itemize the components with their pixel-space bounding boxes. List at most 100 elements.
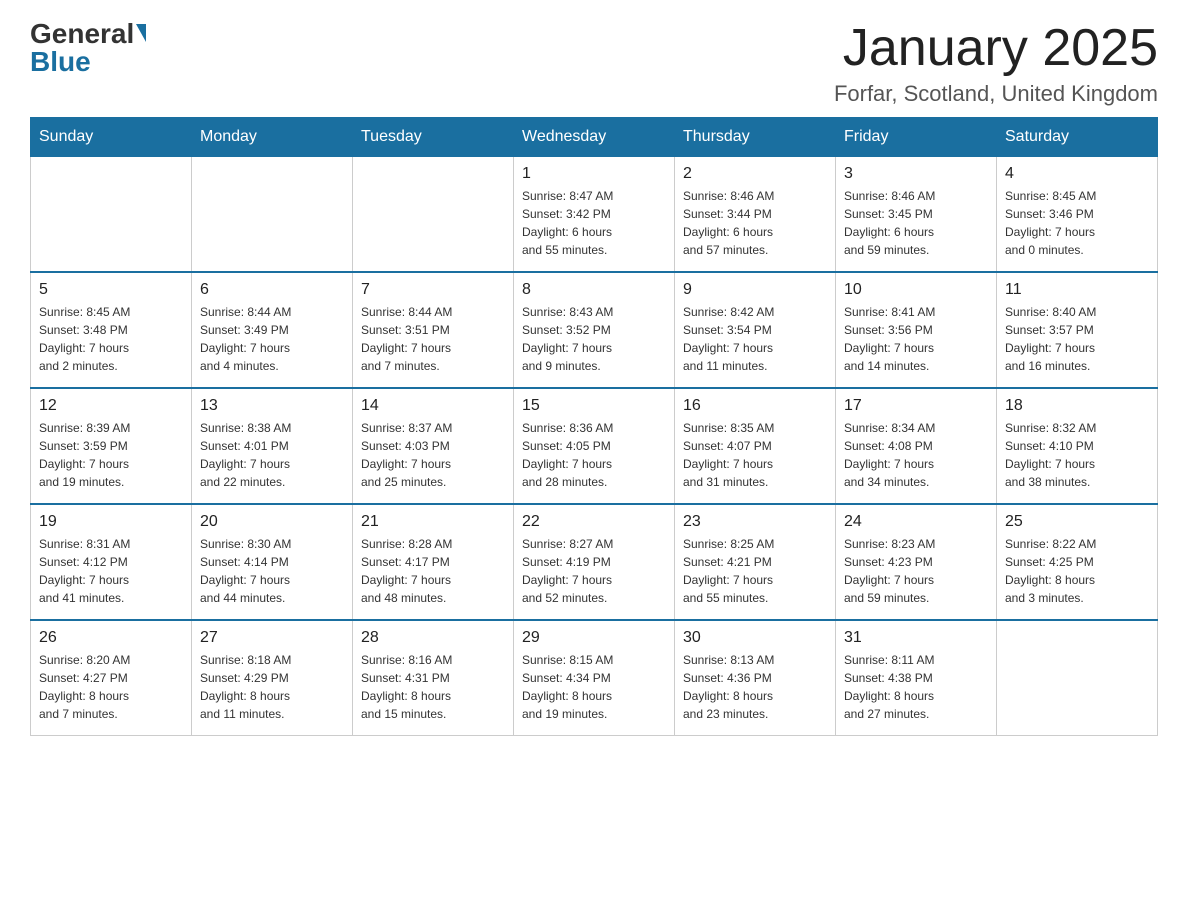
calendar-cell: 3 Sunrise: 8:46 AM Sunset: 3:45 PM Daylig…: [836, 157, 997, 273]
day-info: Sunrise: 8:22 AM Sunset: 4:25 PM Dayligh…: [1005, 535, 1149, 607]
calendar-cell: 15 Sunrise: 8:36 AM Sunset: 4:05 PM Dayli…: [514, 388, 675, 504]
day-number: 14: [361, 397, 505, 415]
day-info: Sunrise: 8:15 AM Sunset: 4:34 PM Dayligh…: [522, 651, 666, 723]
day-number: 8: [522, 281, 666, 299]
month-title: January 2025: [834, 20, 1158, 77]
col-header-thursday: Thursday: [675, 118, 836, 157]
col-header-wednesday: Wednesday: [514, 118, 675, 157]
calendar-cell: 6 Sunrise: 8:44 AM Sunset: 3:49 PM Daylig…: [192, 272, 353, 388]
day-info: Sunrise: 8:44 AM Sunset: 3:49 PM Dayligh…: [200, 303, 344, 375]
day-number: 13: [200, 397, 344, 415]
day-number: 9: [683, 281, 827, 299]
day-info: Sunrise: 8:40 AM Sunset: 3:57 PM Dayligh…: [1005, 303, 1149, 375]
logo-triangle-icon: [136, 24, 146, 42]
day-info: Sunrise: 8:41 AM Sunset: 3:56 PM Dayligh…: [844, 303, 988, 375]
day-number: 15: [522, 397, 666, 415]
calendar-cell: 9 Sunrise: 8:42 AM Sunset: 3:54 PM Daylig…: [675, 272, 836, 388]
day-info: Sunrise: 8:32 AM Sunset: 4:10 PM Dayligh…: [1005, 419, 1149, 491]
day-info: Sunrise: 8:34 AM Sunset: 4:08 PM Dayligh…: [844, 419, 988, 491]
calendar-cell: 31 Sunrise: 8:11 AM Sunset: 4:38 PM Dayli…: [836, 620, 997, 736]
day-info: Sunrise: 8:18 AM Sunset: 4:29 PM Dayligh…: [200, 651, 344, 723]
day-number: 26: [39, 629, 183, 647]
day-info: Sunrise: 8:43 AM Sunset: 3:52 PM Dayligh…: [522, 303, 666, 375]
calendar-cell: [997, 620, 1158, 736]
calendar-cell: 24 Sunrise: 8:23 AM Sunset: 4:23 PM Dayli…: [836, 504, 997, 620]
day-number: 28: [361, 629, 505, 647]
calendar-cell: 18 Sunrise: 8:32 AM Sunset: 4:10 PM Dayli…: [997, 388, 1158, 504]
day-number: 16: [683, 397, 827, 415]
calendar-cell: 12Sunrise: 8:39 AM Sunset: 3:59 PM Dayli…: [31, 388, 192, 504]
col-header-tuesday: Tuesday: [353, 118, 514, 157]
calendar-cell: 28 Sunrise: 8:16 AM Sunset: 4:31 PM Dayli…: [353, 620, 514, 736]
calendar-cell: 29 Sunrise: 8:15 AM Sunset: 4:34 PM Dayli…: [514, 620, 675, 736]
day-info: Sunrise: 8:16 AM Sunset: 4:31 PM Dayligh…: [361, 651, 505, 723]
day-number: 25: [1005, 513, 1149, 531]
day-number: 24: [844, 513, 988, 531]
day-info: Sunrise: 8:46 AM Sunset: 3:45 PM Dayligh…: [844, 187, 988, 259]
logo-general-text: General: [30, 20, 134, 48]
col-header-sunday: Sunday: [31, 118, 192, 157]
day-number: 31: [844, 629, 988, 647]
calendar-cell: 4 Sunrise: 8:45 AM Sunset: 3:46 PM Daylig…: [997, 157, 1158, 273]
day-number: 1: [522, 165, 666, 183]
day-number: 11: [1005, 281, 1149, 299]
day-info: Sunrise: 8:23 AM Sunset: 4:23 PM Dayligh…: [844, 535, 988, 607]
logo-blue-text: Blue: [30, 48, 91, 76]
day-info: Sunrise: 8:47 AM Sunset: 3:42 PM Dayligh…: [522, 187, 666, 259]
day-info: Sunrise: 8:45 AM Sunset: 3:48 PM Dayligh…: [39, 303, 183, 375]
calendar-cell: 5Sunrise: 8:45 AM Sunset: 3:48 PM Daylig…: [31, 272, 192, 388]
day-number: 18: [1005, 397, 1149, 415]
day-info: Sunrise: 8:46 AM Sunset: 3:44 PM Dayligh…: [683, 187, 827, 259]
col-header-friday: Friday: [836, 118, 997, 157]
day-number: 23: [683, 513, 827, 531]
calendar-cell: 7Sunrise: 8:44 AM Sunset: 3:51 PM Daylig…: [353, 272, 514, 388]
calendar-cell: 19Sunrise: 8:31 AM Sunset: 4:12 PM Dayli…: [31, 504, 192, 620]
calendar-header-row: SundayMondayTuesdayWednesdayThursdayFrid…: [31, 118, 1158, 157]
day-info: Sunrise: 8:42 AM Sunset: 3:54 PM Dayligh…: [683, 303, 827, 375]
day-info: Sunrise: 8:37 AM Sunset: 4:03 PM Dayligh…: [361, 419, 505, 491]
calendar-cell: 16Sunrise: 8:35 AM Sunset: 4:07 PM Dayli…: [675, 388, 836, 504]
calendar-week-5: 26 Sunrise: 8:20 AM Sunset: 4:27 PM Dayli…: [31, 620, 1158, 736]
calendar-cell: 21 Sunrise: 8:28 AM Sunset: 4:17 PM Dayli…: [353, 504, 514, 620]
day-info: Sunrise: 8:39 AM Sunset: 3:59 PM Dayligh…: [39, 419, 183, 491]
calendar-week-1: 1 Sunrise: 8:47 AM Sunset: 3:42 PM Daylig…: [31, 157, 1158, 273]
day-number: 4: [1005, 165, 1149, 183]
day-number: 10: [844, 281, 988, 299]
day-info: Sunrise: 8:36 AM Sunset: 4:05 PM Dayligh…: [522, 419, 666, 491]
col-header-monday: Monday: [192, 118, 353, 157]
day-number: 7: [361, 281, 505, 299]
day-number: 21: [361, 513, 505, 531]
day-number: 27: [200, 629, 344, 647]
day-number: 6: [200, 281, 344, 299]
day-info: Sunrise: 8:11 AM Sunset: 4:38 PM Dayligh…: [844, 651, 988, 723]
calendar-cell: [31, 157, 192, 273]
day-info: Sunrise: 8:20 AM Sunset: 4:27 PM Dayligh…: [39, 651, 183, 723]
day-number: 22: [522, 513, 666, 531]
calendar-cell: 8 Sunrise: 8:43 AM Sunset: 3:52 PM Daylig…: [514, 272, 675, 388]
location-subtitle: Forfar, Scotland, United Kingdom: [834, 81, 1158, 107]
calendar-cell: 1 Sunrise: 8:47 AM Sunset: 3:42 PM Daylig…: [514, 157, 675, 273]
calendar-cell: 14 Sunrise: 8:37 AM Sunset: 4:03 PM Dayli…: [353, 388, 514, 504]
day-info: Sunrise: 8:25 AM Sunset: 4:21 PM Dayligh…: [683, 535, 827, 607]
day-number: 30: [683, 629, 827, 647]
day-info: Sunrise: 8:28 AM Sunset: 4:17 PM Dayligh…: [361, 535, 505, 607]
day-number: 3: [844, 165, 988, 183]
day-number: 19: [39, 513, 183, 531]
calendar-cell: 30Sunrise: 8:13 AM Sunset: 4:36 PM Dayli…: [675, 620, 836, 736]
calendar-cell: 25 Sunrise: 8:22 AM Sunset: 4:25 PM Dayli…: [997, 504, 1158, 620]
day-number: 20: [200, 513, 344, 531]
page-header: General Blue January 2025 Forfar, Scotla…: [30, 20, 1158, 107]
day-info: Sunrise: 8:45 AM Sunset: 3:46 PM Dayligh…: [1005, 187, 1149, 259]
calendar-week-4: 19Sunrise: 8:31 AM Sunset: 4:12 PM Dayli…: [31, 504, 1158, 620]
calendar-cell: 26 Sunrise: 8:20 AM Sunset: 4:27 PM Dayli…: [31, 620, 192, 736]
day-info: Sunrise: 8:30 AM Sunset: 4:14 PM Dayligh…: [200, 535, 344, 607]
day-info: Sunrise: 8:27 AM Sunset: 4:19 PM Dayligh…: [522, 535, 666, 607]
col-header-saturday: Saturday: [997, 118, 1158, 157]
day-number: 29: [522, 629, 666, 647]
day-number: 17: [844, 397, 988, 415]
logo: General Blue: [30, 20, 146, 76]
title-block: January 2025 Forfar, Scotland, United Ki…: [834, 20, 1158, 107]
calendar-cell: 27 Sunrise: 8:18 AM Sunset: 4:29 PM Dayli…: [192, 620, 353, 736]
calendar-table: SundayMondayTuesdayWednesdayThursdayFrid…: [30, 117, 1158, 736]
calendar-week-2: 5Sunrise: 8:45 AM Sunset: 3:48 PM Daylig…: [31, 272, 1158, 388]
